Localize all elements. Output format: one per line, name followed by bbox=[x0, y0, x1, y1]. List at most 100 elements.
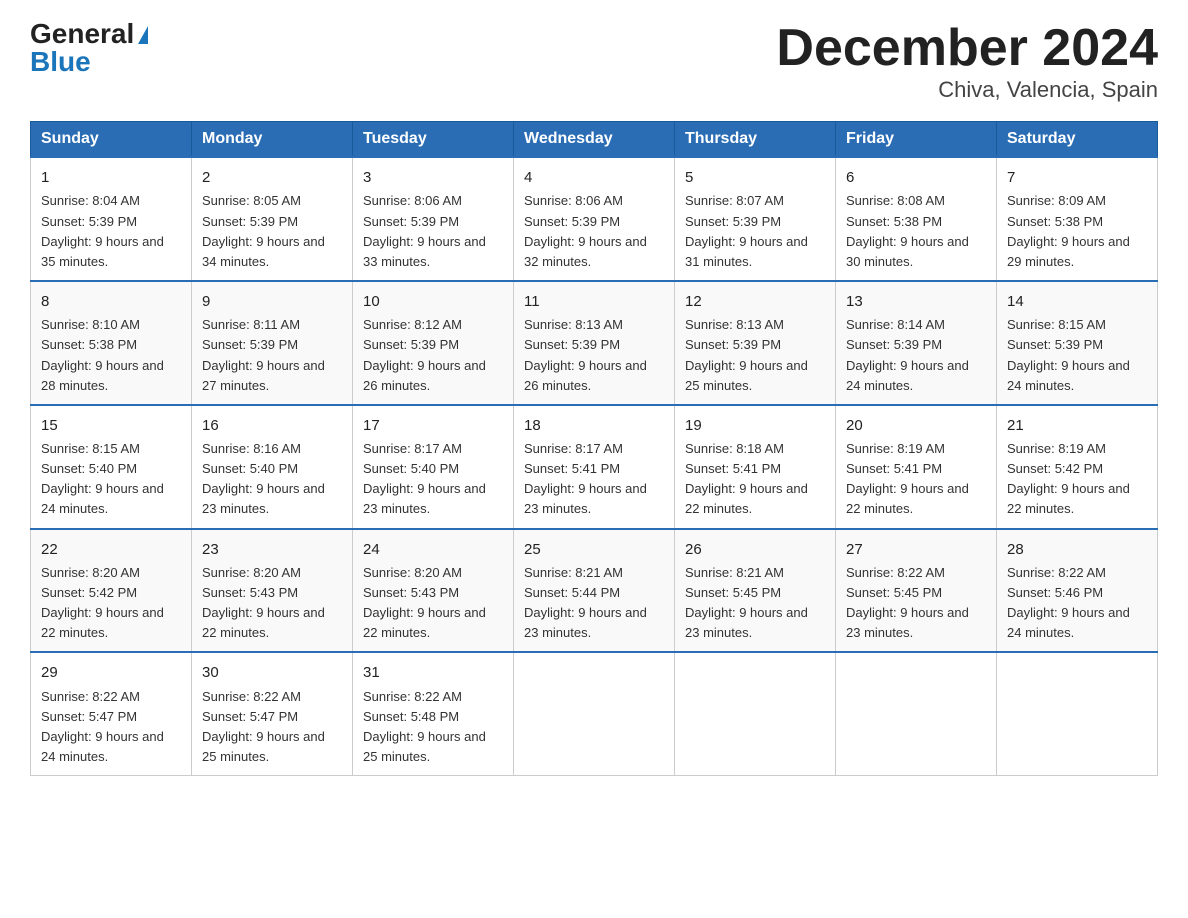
day-number: 25 bbox=[524, 538, 664, 561]
table-row: 20Sunrise: 8:19 AMSunset: 5:41 PMDayligh… bbox=[836, 405, 997, 529]
day-number: 31 bbox=[363, 661, 503, 684]
day-info: Sunrise: 8:19 AMSunset: 5:42 PMDaylight:… bbox=[1007, 439, 1147, 520]
day-number: 7 bbox=[1007, 166, 1147, 189]
table-row: 4Sunrise: 8:06 AMSunset: 5:39 PMDaylight… bbox=[514, 157, 675, 281]
day-number: 13 bbox=[846, 290, 986, 313]
day-info: Sunrise: 8:16 AMSunset: 5:40 PMDaylight:… bbox=[202, 439, 342, 520]
day-number: 22 bbox=[41, 538, 181, 561]
calendar-week-row: 29Sunrise: 8:22 AMSunset: 5:47 PMDayligh… bbox=[31, 652, 1158, 775]
day-number: 18 bbox=[524, 414, 664, 437]
logo: General Blue bbox=[30, 20, 148, 76]
col-header-wednesday: Wednesday bbox=[514, 122, 675, 158]
table-row: 16Sunrise: 8:16 AMSunset: 5:40 PMDayligh… bbox=[192, 405, 353, 529]
day-number: 5 bbox=[685, 166, 825, 189]
table-row: 30Sunrise: 8:22 AMSunset: 5:47 PMDayligh… bbox=[192, 652, 353, 775]
logo-top-line: General bbox=[30, 20, 148, 48]
table-row: 8Sunrise: 8:10 AMSunset: 5:38 PMDaylight… bbox=[31, 281, 192, 405]
day-info: Sunrise: 8:18 AMSunset: 5:41 PMDaylight:… bbox=[685, 439, 825, 520]
day-number: 17 bbox=[363, 414, 503, 437]
day-info: Sunrise: 8:17 AMSunset: 5:40 PMDaylight:… bbox=[363, 439, 503, 520]
col-header-saturday: Saturday bbox=[997, 122, 1158, 158]
table-row: 18Sunrise: 8:17 AMSunset: 5:41 PMDayligh… bbox=[514, 405, 675, 529]
table-row: 21Sunrise: 8:19 AMSunset: 5:42 PMDayligh… bbox=[997, 405, 1158, 529]
day-info: Sunrise: 8:06 AMSunset: 5:39 PMDaylight:… bbox=[524, 191, 664, 272]
day-info: Sunrise: 8:17 AMSunset: 5:41 PMDaylight:… bbox=[524, 439, 664, 520]
day-info: Sunrise: 8:14 AMSunset: 5:39 PMDaylight:… bbox=[846, 315, 986, 396]
day-info: Sunrise: 8:22 AMSunset: 5:48 PMDaylight:… bbox=[363, 687, 503, 768]
table-row bbox=[997, 652, 1158, 775]
day-info: Sunrise: 8:07 AMSunset: 5:39 PMDaylight:… bbox=[685, 191, 825, 272]
day-info: Sunrise: 8:20 AMSunset: 5:43 PMDaylight:… bbox=[363, 563, 503, 644]
table-row: 1Sunrise: 8:04 AMSunset: 5:39 PMDaylight… bbox=[31, 157, 192, 281]
page-title: December 2024 bbox=[776, 20, 1158, 77]
table-row: 9Sunrise: 8:11 AMSunset: 5:39 PMDaylight… bbox=[192, 281, 353, 405]
col-header-sunday: Sunday bbox=[31, 122, 192, 158]
day-number: 28 bbox=[1007, 538, 1147, 561]
day-info: Sunrise: 8:22 AMSunset: 5:47 PMDaylight:… bbox=[202, 687, 342, 768]
day-info: Sunrise: 8:21 AMSunset: 5:44 PMDaylight:… bbox=[524, 563, 664, 644]
table-row: 6Sunrise: 8:08 AMSunset: 5:38 PMDaylight… bbox=[836, 157, 997, 281]
table-row: 5Sunrise: 8:07 AMSunset: 5:39 PMDaylight… bbox=[675, 157, 836, 281]
table-row: 13Sunrise: 8:14 AMSunset: 5:39 PMDayligh… bbox=[836, 281, 997, 405]
day-info: Sunrise: 8:20 AMSunset: 5:43 PMDaylight:… bbox=[202, 563, 342, 644]
day-number: 1 bbox=[41, 166, 181, 189]
table-row: 3Sunrise: 8:06 AMSunset: 5:39 PMDaylight… bbox=[353, 157, 514, 281]
day-info: Sunrise: 8:13 AMSunset: 5:39 PMDaylight:… bbox=[524, 315, 664, 396]
table-row: 7Sunrise: 8:09 AMSunset: 5:38 PMDaylight… bbox=[997, 157, 1158, 281]
day-number: 23 bbox=[202, 538, 342, 561]
col-header-tuesday: Tuesday bbox=[353, 122, 514, 158]
day-info: Sunrise: 8:20 AMSunset: 5:42 PMDaylight:… bbox=[41, 563, 181, 644]
col-header-thursday: Thursday bbox=[675, 122, 836, 158]
table-row bbox=[675, 652, 836, 775]
day-number: 14 bbox=[1007, 290, 1147, 313]
table-row bbox=[514, 652, 675, 775]
col-header-friday: Friday bbox=[836, 122, 997, 158]
day-info: Sunrise: 8:09 AMSunset: 5:38 PMDaylight:… bbox=[1007, 191, 1147, 272]
day-info: Sunrise: 8:22 AMSunset: 5:46 PMDaylight:… bbox=[1007, 563, 1147, 644]
table-row: 2Sunrise: 8:05 AMSunset: 5:39 PMDaylight… bbox=[192, 157, 353, 281]
col-header-monday: Monday bbox=[192, 122, 353, 158]
day-number: 20 bbox=[846, 414, 986, 437]
table-row: 29Sunrise: 8:22 AMSunset: 5:47 PMDayligh… bbox=[31, 652, 192, 775]
table-row: 14Sunrise: 8:15 AMSunset: 5:39 PMDayligh… bbox=[997, 281, 1158, 405]
day-info: Sunrise: 8:04 AMSunset: 5:39 PMDaylight:… bbox=[41, 191, 181, 272]
table-row: 15Sunrise: 8:15 AMSunset: 5:40 PMDayligh… bbox=[31, 405, 192, 529]
table-row: 26Sunrise: 8:21 AMSunset: 5:45 PMDayligh… bbox=[675, 529, 836, 653]
table-row: 31 Sunrise: 8:22 AMSunset: 5:48 PMDayligh… bbox=[353, 652, 514, 775]
day-number: 4 bbox=[524, 166, 664, 189]
day-number: 21 bbox=[1007, 414, 1147, 437]
table-row: 24Sunrise: 8:20 AMSunset: 5:43 PMDayligh… bbox=[353, 529, 514, 653]
day-number: 6 bbox=[846, 166, 986, 189]
day-number: 10 bbox=[363, 290, 503, 313]
day-number: 26 bbox=[685, 538, 825, 561]
day-info: Sunrise: 8:12 AMSunset: 5:39 PMDaylight:… bbox=[363, 315, 503, 396]
logo-triangle-icon bbox=[138, 26, 148, 44]
day-number: 15 bbox=[41, 414, 181, 437]
table-row: 19Sunrise: 8:18 AMSunset: 5:41 PMDayligh… bbox=[675, 405, 836, 529]
day-number: 24 bbox=[363, 538, 503, 561]
day-info: Sunrise: 8:08 AMSunset: 5:38 PMDaylight:… bbox=[846, 191, 986, 272]
logo-general: General bbox=[30, 18, 134, 49]
day-number: 8 bbox=[41, 290, 181, 313]
day-number: 19 bbox=[685, 414, 825, 437]
calendar-header-row: Sunday Monday Tuesday Wednesday Thursday… bbox=[31, 122, 1158, 158]
day-number: 3 bbox=[363, 166, 503, 189]
table-row bbox=[836, 652, 997, 775]
day-info: Sunrise: 8:06 AMSunset: 5:39 PMDaylight:… bbox=[363, 191, 503, 272]
table-row: 10Sunrise: 8:12 AMSunset: 5:39 PMDayligh… bbox=[353, 281, 514, 405]
day-number: 27 bbox=[846, 538, 986, 561]
page-header: General Blue December 2024 Chiva, Valenc… bbox=[30, 20, 1158, 103]
logo-blue: Blue bbox=[30, 46, 91, 77]
table-row: 27Sunrise: 8:22 AMSunset: 5:45 PMDayligh… bbox=[836, 529, 997, 653]
table-row: 23Sunrise: 8:20 AMSunset: 5:43 PMDayligh… bbox=[192, 529, 353, 653]
table-row: 11Sunrise: 8:13 AMSunset: 5:39 PMDayligh… bbox=[514, 281, 675, 405]
day-number: 16 bbox=[202, 414, 342, 437]
day-number: 9 bbox=[202, 290, 342, 313]
table-row: 28Sunrise: 8:22 AMSunset: 5:46 PMDayligh… bbox=[997, 529, 1158, 653]
day-info: Sunrise: 8:11 AMSunset: 5:39 PMDaylight:… bbox=[202, 315, 342, 396]
day-info: Sunrise: 8:22 AMSunset: 5:47 PMDaylight:… bbox=[41, 687, 181, 768]
table-row: 12Sunrise: 8:13 AMSunset: 5:39 PMDayligh… bbox=[675, 281, 836, 405]
day-info: Sunrise: 8:05 AMSunset: 5:39 PMDaylight:… bbox=[202, 191, 342, 272]
calendar-week-row: 15Sunrise: 8:15 AMSunset: 5:40 PMDayligh… bbox=[31, 405, 1158, 529]
day-info: Sunrise: 8:15 AMSunset: 5:39 PMDaylight:… bbox=[1007, 315, 1147, 396]
